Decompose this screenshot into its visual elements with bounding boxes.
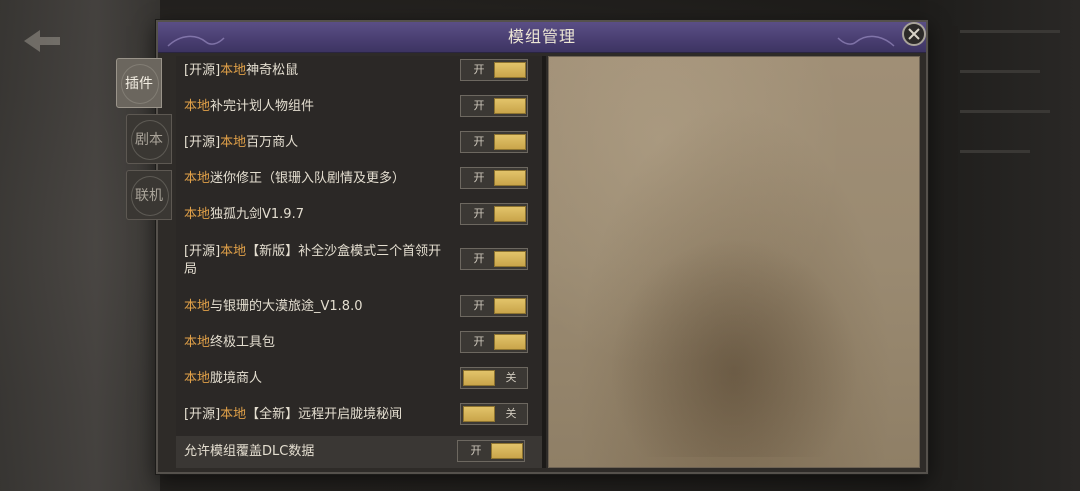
- toggle-knob: [463, 370, 495, 386]
- toggle-knob: [494, 134, 526, 150]
- mod-local-tag: 本地: [184, 207, 211, 222]
- toggle-label: 开: [473, 299, 485, 312]
- toggle-label: 开: [473, 63, 485, 76]
- mod-local-tag: 本地: [220, 407, 247, 422]
- mod-detail-panel: [548, 56, 920, 468]
- mod-source-tag: [开源]: [184, 244, 221, 259]
- title-bar: 模组管理: [158, 22, 926, 53]
- toggle-label: 开: [473, 335, 485, 348]
- mod-source-tag: [开源]: [184, 63, 221, 78]
- mod-local-tag: 本地: [184, 99, 211, 114]
- mod-toggle[interactable]: 开: [460, 248, 528, 270]
- dlc-override-row: 允许模组覆盖DLC数据 开: [176, 436, 542, 468]
- mod-toggle[interactable]: 开: [460, 203, 528, 225]
- mod-toggle[interactable]: 开: [460, 167, 528, 189]
- mod-toggle[interactable]: 开: [460, 131, 528, 153]
- close-button[interactable]: [902, 22, 926, 46]
- mod-local-tag: 本地: [184, 299, 211, 314]
- back-arrow-icon: [24, 30, 60, 52]
- toggle-knob: [494, 206, 526, 222]
- toggle-label: 开: [470, 444, 482, 457]
- toggle-label: 开: [473, 99, 485, 112]
- tab-emblem: [121, 64, 159, 104]
- mod-name: 终极工具包: [210, 335, 276, 350]
- toggle-label: 关: [505, 407, 517, 420]
- mod-name: 补完计划人物组件: [210, 99, 315, 114]
- toggle-label: 关: [505, 371, 517, 384]
- mod-name: 百万商人: [246, 135, 299, 150]
- dlc-override-label: 允许模组覆盖DLC数据: [184, 444, 315, 459]
- mod-row: 本地胧境商人 关: [176, 364, 542, 396]
- toggle-label: 开: [473, 171, 485, 184]
- dialog-title: 模组管理: [507, 27, 576, 46]
- toggle-knob: [494, 170, 526, 186]
- background-scene-right: [920, 0, 1080, 491]
- tab-emblem: [131, 120, 169, 160]
- toggle-knob: [494, 251, 526, 267]
- mod-local-tag: 本地: [184, 335, 211, 350]
- mod-name: 迷你修正（银珊入队剧情及更多）: [210, 171, 406, 186]
- mod-toggle[interactable]: 开: [460, 95, 528, 117]
- mod-name: 独孤九剑V1.9.7: [210, 207, 304, 222]
- tab-plugins[interactable]: 插件: [116, 58, 162, 108]
- mod-toggle[interactable]: 开: [460, 295, 528, 317]
- mod-name: 神奇松鼠: [246, 63, 299, 78]
- toggle-knob: [491, 443, 523, 459]
- toggle-label: 开: [473, 252, 485, 265]
- toggle-label: 开: [473, 135, 485, 148]
- mod-local-tag: 本地: [220, 135, 247, 150]
- mod-row: 本地补完计划人物组件 开: [176, 92, 542, 124]
- mod-local-tag: 本地: [184, 371, 211, 386]
- mod-local-tag: 本地: [220, 244, 247, 259]
- toggle-knob: [494, 334, 526, 350]
- mod-row: [开源]本地百万商人 开: [176, 128, 542, 160]
- mod-row: 本地与银珊的大漠旅途_V1.8.0 开: [176, 292, 542, 324]
- mod-local-tag: 本地: [184, 171, 211, 186]
- mod-toggle[interactable]: 开: [460, 59, 528, 81]
- mod-row: [开源]本地【新版】补全沙盒模式三个首领开局 开: [176, 236, 542, 288]
- dlc-override-toggle[interactable]: 开: [457, 440, 525, 462]
- toggle-knob: [463, 406, 495, 422]
- mod-name: 【全新】远程开启胧境秘闻: [246, 407, 403, 422]
- mod-name: 与银珊的大漠旅途_V1.8.0: [210, 299, 363, 314]
- parchment-artwork: [609, 237, 859, 457]
- mod-toggle[interactable]: 关: [460, 403, 528, 425]
- mod-row: 本地迷你修正（银珊入队剧情及更多） 开: [176, 164, 542, 196]
- tab-scripts[interactable]: 剧本: [126, 114, 172, 164]
- mod-toggle[interactable]: 开: [460, 331, 528, 353]
- tab-emblem: [131, 176, 169, 216]
- mod-row: 本地终极工具包 开: [176, 328, 542, 360]
- mod-source-tag: [开源]: [184, 135, 221, 150]
- toggle-knob: [494, 98, 526, 114]
- toggle-knob: [494, 62, 526, 78]
- panel-divider: [542, 56, 546, 468]
- tab-online[interactable]: 联机: [126, 170, 172, 220]
- mod-local-tag: 本地: [220, 63, 247, 78]
- mod-toggle[interactable]: 关: [460, 367, 528, 389]
- mod-row: 本地独孤九剑V1.9.7 开: [176, 200, 542, 232]
- ornament-icon: [837, 35, 895, 47]
- close-icon: [908, 28, 920, 40]
- mod-name: 胧境商人: [210, 371, 263, 386]
- toggle-knob: [494, 298, 526, 314]
- toggle-label: 开: [473, 207, 485, 220]
- mod-manager-dialog: 模组管理 [开源]本地神奇松鼠 开 本地补完计划人物组件 开 [开源]本地百万商…: [156, 20, 928, 474]
- mod-list[interactable]: [开源]本地神奇松鼠 开 本地补完计划人物组件 开 [开源]本地百万商人 开 本…: [176, 56, 542, 468]
- mod-source-tag: [开源]: [184, 407, 221, 422]
- mod-row: [开源]本地【全新】远程开启胧境秘闻 关: [176, 400, 542, 432]
- mod-row: [开源]本地神奇松鼠 开: [176, 56, 542, 88]
